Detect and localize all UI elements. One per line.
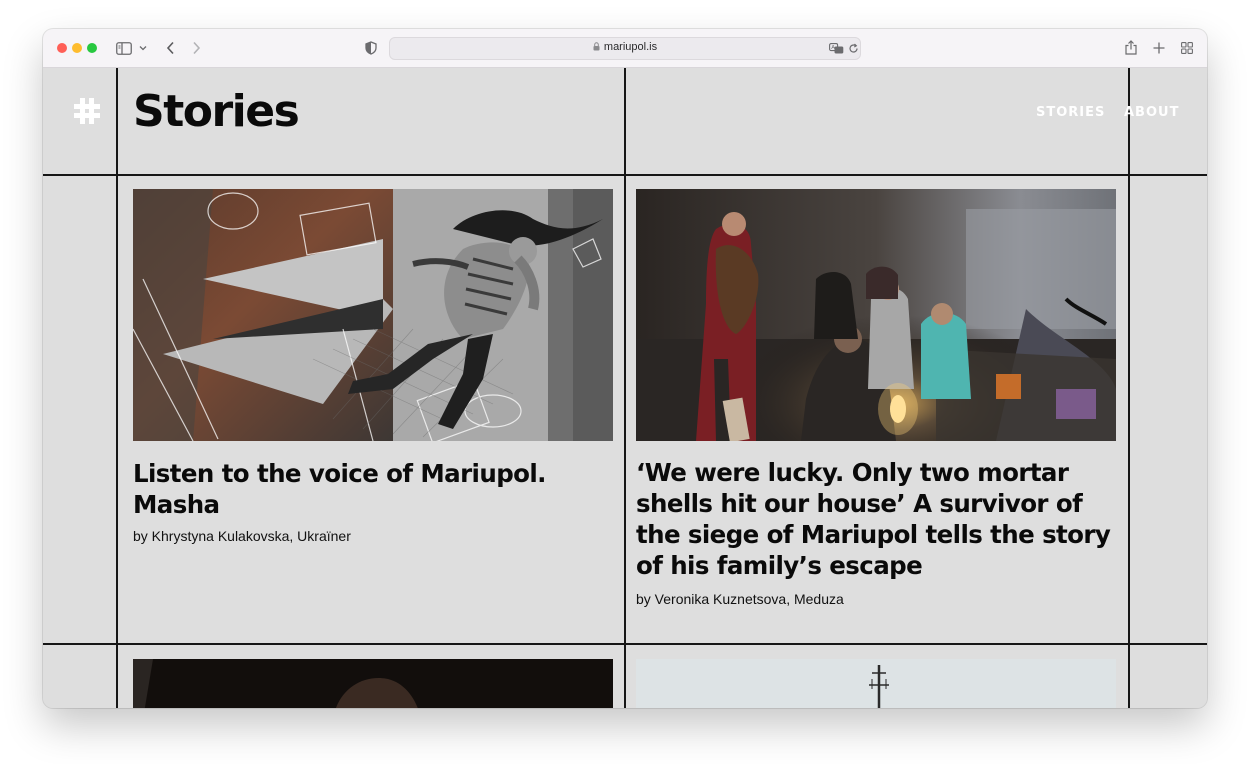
story-byline: by Veronika Kuznetsova, Meduza [636, 591, 844, 607]
grid-line-vertical [624, 68, 626, 708]
back-icon[interactable] [162, 39, 178, 57]
url-text: mariupol.is [603, 41, 658, 53]
share-icon[interactable] [1123, 38, 1139, 56]
nav-link-stories[interactable]: STORIES [1036, 105, 1105, 120]
lock-icon [593, 42, 600, 54]
address-bar[interactable]: mariupol.is A [389, 37, 861, 60]
zoom-window-button[interactable] [87, 43, 97, 53]
svg-text:A: A [831, 45, 835, 51]
grid-line-horizontal [43, 174, 1207, 176]
nav-link-about[interactable]: ABOUT [1124, 105, 1179, 120]
browser-window: mariupol.is A Stories STORIES ABOUT List… [43, 29, 1207, 708]
story-byline: by Khrystyna Kulakovska, Ukraïner [133, 528, 351, 544]
grid-line-vertical [1128, 68, 1130, 708]
story-image-pole[interactable] [636, 659, 1116, 708]
new-tab-icon[interactable] [1151, 39, 1167, 57]
story-image-photo[interactable] [636, 189, 1116, 441]
browser-toolbar: mariupol.is A [43, 29, 1207, 68]
url-display: mariupol.is [390, 41, 860, 54]
page-title: Stories [133, 86, 300, 137]
sidebar-icon[interactable] [115, 39, 133, 57]
story-title[interactable]: Listen to the voice of Mariupol. Masha [133, 458, 603, 520]
story-image-illustration[interactable] [133, 189, 613, 441]
reload-icon[interactable] [846, 41, 860, 55]
story-image-dark[interactable] [133, 659, 613, 708]
tab-overview-icon[interactable] [1179, 39, 1195, 57]
grid-line-vertical [116, 68, 118, 708]
forward-icon[interactable] [188, 39, 204, 57]
minimize-window-button[interactable] [72, 43, 82, 53]
web-page: Stories STORIES ABOUT Listen to the voic… [43, 68, 1207, 708]
close-window-button[interactable] [57, 43, 67, 53]
translate-icon[interactable]: A [828, 41, 844, 55]
story-title[interactable]: ‘We were lucky. Only two mortar shells h… [636, 457, 1116, 581]
shield-icon[interactable] [363, 39, 379, 57]
chevron-down-icon[interactable] [138, 41, 148, 55]
hash-icon[interactable] [73, 97, 101, 130]
grid-line-horizontal [43, 643, 1207, 645]
